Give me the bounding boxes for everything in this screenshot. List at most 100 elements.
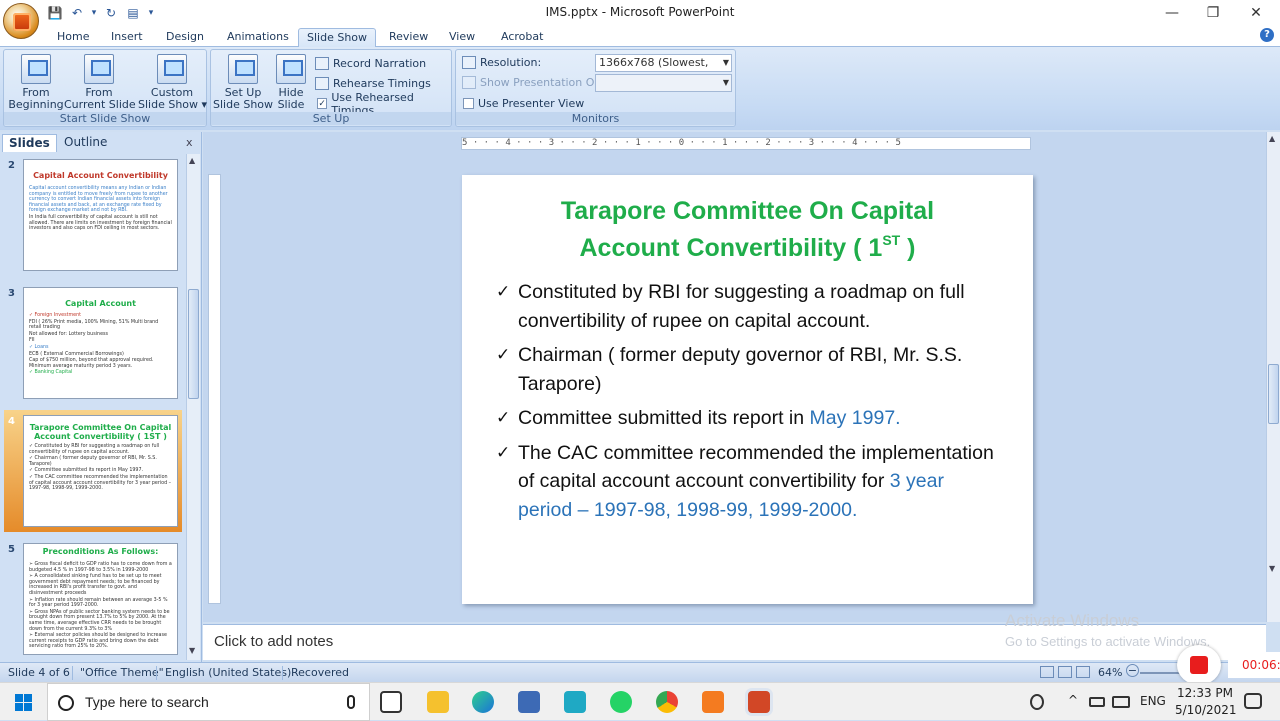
battery-icon[interactable] bbox=[1089, 697, 1105, 707]
record-narration-button[interactable]: Record Narration bbox=[315, 55, 426, 72]
office-button[interactable] bbox=[3, 3, 39, 39]
hide-label: Hide Slide bbox=[277, 86, 305, 111]
help-icon[interactable]: ? bbox=[1260, 28, 1274, 42]
chrome-icon[interactable] bbox=[656, 691, 678, 713]
scroll-up-icon[interactable]: ▲ bbox=[189, 156, 195, 165]
clock-date[interactable]: 5/10/2021 bbox=[1175, 703, 1237, 717]
whatsapp-icon[interactable] bbox=[610, 691, 632, 713]
powerpoint-icon[interactable] bbox=[748, 691, 770, 713]
zoom-slider[interactable] bbox=[1140, 672, 1184, 674]
edge-icon[interactable] bbox=[472, 691, 494, 713]
slide-sorter-icon[interactable] bbox=[1058, 666, 1072, 678]
title-text: Account Convertibility ( 1 bbox=[579, 234, 883, 262]
slide-thumbnail-4[interactable]: 4 Tarapore Committee On Capital Account … bbox=[4, 410, 182, 532]
tab-slide-show[interactable]: Slide Show bbox=[298, 28, 377, 47]
file-explorer-icon[interactable] bbox=[427, 691, 449, 713]
custom-show-label: Custom Slide Show ▾ bbox=[138, 86, 208, 111]
slide-thumbnail-5[interactable]: 5 Preconditions As Follows: ➢ Gross fisc… bbox=[4, 538, 182, 660]
taskbar: Type here to search ^ ENG 12:33 PM 5/10/… bbox=[0, 682, 1280, 721]
setup-label: Set Up Slide Show bbox=[213, 86, 274, 111]
task-view-icon[interactable] bbox=[380, 691, 402, 713]
scroll-up-icon[interactable]: ▲ bbox=[1269, 134, 1275, 143]
normal-view-icon[interactable] bbox=[1040, 666, 1054, 678]
slide-count: Slide 4 of 6 bbox=[8, 666, 70, 679]
tab-slides[interactable]: Slides bbox=[2, 134, 57, 152]
slide-number: 3 bbox=[8, 288, 15, 299]
slide-title[interactable]: Tarapore Committee On Capital Account Co… bbox=[462, 193, 1033, 267]
thumbnail-line: ➢ A consolidated sinking fund has to be … bbox=[29, 574, 162, 596]
slide-thumbnail-3[interactable]: 3 Capital Account ✓ Foreign Investment F… bbox=[4, 282, 182, 404]
editor-scrollbar[interactable]: ▲ ▼ bbox=[1266, 132, 1280, 622]
from-current-slide-button[interactable]: From Current Slide bbox=[64, 54, 136, 111]
start-button[interactable] bbox=[0, 683, 46, 721]
tab-home[interactable]: Home bbox=[49, 28, 97, 47]
checkbox-checked-icon: ✓ bbox=[317, 98, 328, 109]
checkmark-icon: ✓ bbox=[496, 282, 511, 301]
show-presentation-dropdown[interactable]: ▼ bbox=[595, 74, 732, 92]
close-panel-icon[interactable]: x bbox=[186, 136, 193, 149]
tray-expand-icon[interactable]: ^ bbox=[1068, 693, 1078, 707]
panel-scrollbar[interactable]: ▲ ▼ bbox=[186, 154, 200, 660]
tab-outline[interactable]: Outline bbox=[58, 134, 113, 152]
people-icon[interactable] bbox=[1030, 694, 1044, 710]
clock-time[interactable]: 12:33 PM bbox=[1177, 686, 1233, 700]
tab-animations[interactable]: Animations bbox=[219, 28, 297, 47]
scroll-thumb[interactable] bbox=[1268, 364, 1279, 424]
thumbnail-line: ✓ The CAC committee recommended the impl… bbox=[29, 474, 172, 492]
custom-slide-show-button[interactable]: Custom Slide Show ▾ bbox=[138, 54, 208, 111]
store-icon[interactable] bbox=[564, 691, 586, 713]
theme-name[interactable]: "Office Theme" bbox=[80, 666, 164, 679]
scroll-thumb[interactable] bbox=[188, 289, 199, 399]
slide-content[interactable]: ✓ Constituted by RBI for suggesting a roa… bbox=[496, 278, 996, 530]
scroll-down-icon[interactable]: ▼ bbox=[189, 646, 195, 655]
panel-tabs: Slides Outline bbox=[2, 134, 198, 152]
bullet-text: Chairman ( former deputy governor of RBI… bbox=[518, 344, 963, 395]
tab-review[interactable]: Review bbox=[381, 28, 436, 47]
tab-acrobat[interactable]: Acrobat bbox=[493, 28, 551, 47]
scroll-down-icon[interactable]: ▼ bbox=[1269, 564, 1275, 573]
keyboard-icon[interactable] bbox=[1112, 696, 1130, 708]
slide-number: 5 bbox=[8, 544, 15, 555]
record-stop-button[interactable] bbox=[1177, 645, 1221, 685]
minimize-button[interactable]: — bbox=[1149, 0, 1195, 26]
tab-design[interactable]: Design bbox=[158, 28, 212, 47]
tab-view[interactable]: View bbox=[441, 28, 483, 47]
hide-slide-button[interactable]: Hide Slide bbox=[273, 54, 309, 111]
restore-button[interactable]: ❐ bbox=[1190, 0, 1236, 26]
thumbnail-line: In India full convertibility of capital … bbox=[29, 214, 172, 232]
checkbox-unchecked-icon bbox=[463, 98, 474, 109]
status-divider bbox=[282, 666, 283, 680]
use-rehearsed-timings-checkbox[interactable]: ✓ Use Rehearsed Timings bbox=[317, 91, 451, 117]
language-indicator[interactable]: ENG bbox=[1140, 694, 1166, 708]
office-logo-icon bbox=[13, 13, 31, 31]
recorder-app-icon[interactable] bbox=[702, 691, 724, 713]
taskbar-search[interactable]: Type here to search bbox=[47, 683, 370, 721]
zoom-out-icon[interactable]: − bbox=[1126, 664, 1139, 677]
slide-number: 2 bbox=[8, 160, 15, 171]
slide-thumbnail-2[interactable]: 2 Capital Account Convertibility Capital… bbox=[4, 154, 182, 276]
bullet-highlight: May 1997. bbox=[809, 407, 901, 429]
ribbon-tabs: Home Insert Design Animations Slide Show… bbox=[0, 26, 1280, 47]
thumbnail-line: Capital account convertibility means any… bbox=[29, 186, 168, 214]
status-divider bbox=[72, 666, 73, 680]
close-button[interactable]: ✕ bbox=[1233, 0, 1279, 26]
use-presenter-view-checkbox[interactable]: Use Presenter View bbox=[463, 95, 584, 112]
rehearse-timings-button[interactable]: Rehearse Timings bbox=[315, 75, 431, 92]
thumbnail-slide: Capital Account ✓ Foreign Investment FDI… bbox=[23, 287, 178, 399]
resolution-dropdown[interactable]: 1366x768 (Slowest, Hig...▼ bbox=[595, 54, 732, 85]
notifications-icon[interactable] bbox=[1244, 693, 1262, 709]
set-up-slide-show-button[interactable]: Set Up Slide Show bbox=[213, 54, 273, 111]
tab-insert[interactable]: Insert bbox=[103, 28, 151, 47]
slide-show-view-icon[interactable] bbox=[1076, 666, 1090, 678]
language-status[interactable]: English (United States) bbox=[165, 666, 291, 679]
slide-title-line-2: Account Convertibility ( 1ST ) bbox=[462, 230, 1033, 267]
current-slide[interactable]: Tarapore Committee On Capital Account Co… bbox=[462, 175, 1033, 604]
thumbnail-slide: Preconditions As Follows: ➢ Gross fiscal… bbox=[23, 543, 178, 655]
group-label-setup: Set Up bbox=[211, 112, 451, 125]
group-label-start: Start Slide Show bbox=[4, 112, 206, 125]
from-beginning-button[interactable]: From Beginning bbox=[8, 54, 64, 111]
microphone-icon[interactable] bbox=[347, 695, 355, 709]
thumbnail-slide: Capital Account Convertibility Capital a… bbox=[23, 159, 178, 271]
zoom-level[interactable]: 64% bbox=[1098, 666, 1122, 679]
calculator-icon[interactable] bbox=[518, 691, 540, 713]
